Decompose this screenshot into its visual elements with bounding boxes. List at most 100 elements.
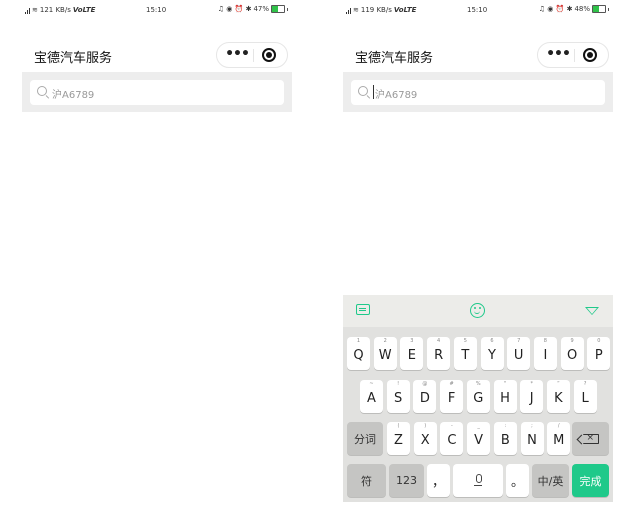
key-hint: 8 bbox=[543, 338, 547, 344]
key-z[interactable]: (Z bbox=[387, 422, 410, 455]
volte-label: VoLTE bbox=[72, 6, 96, 14]
key-hint: ? bbox=[583, 381, 587, 387]
key-g[interactable]: % G bbox=[466, 380, 490, 413]
key-y[interactable]: 6Y bbox=[480, 337, 504, 370]
key-label: G bbox=[473, 391, 484, 406]
key-hint: 9 bbox=[570, 338, 574, 344]
backspace-key[interactable]: × bbox=[572, 422, 609, 455]
done-key[interactable]: 完成 bbox=[572, 464, 609, 497]
key-label: O bbox=[566, 348, 578, 363]
key-hint: 1 bbox=[356, 338, 361, 344]
key-label: 123 bbox=[396, 474, 417, 487]
key-hint: “ bbox=[557, 381, 560, 387]
key-label: P bbox=[594, 348, 603, 363]
page-title: 宝德汽车服务 bbox=[34, 51, 113, 66]
status-bar: ≋ 119 KB/s VoLTE 15:10 ♫ ◉ ⏰ ✱ 48% bbox=[343, 0, 613, 20]
key-d[interactable]: @ D bbox=[413, 380, 437, 413]
soft-keyboard: 1 Q 2 W 3 E 4 R 5 T 6 Y 7 U 8 I 9 O 0 P ~ A! S @ D # F% G " H * J “K? L 分词… bbox=[343, 295, 613, 502]
key-x[interactable]: ) X bbox=[413, 422, 437, 455]
key-b[interactable]: :B bbox=[493, 422, 517, 455]
key-label: 分词 bbox=[354, 432, 376, 446]
search-placeholder: 沪A6789 bbox=[52, 90, 95, 101]
period-key[interactable]: 。 bbox=[506, 464, 529, 497]
key-f[interactable]: # F bbox=[440, 380, 464, 413]
search-icon bbox=[358, 86, 368, 96]
key-a[interactable]: ~ A bbox=[360, 380, 383, 413]
key-label: I bbox=[543, 348, 548, 363]
search-value: 沪A6789 bbox=[375, 90, 418, 101]
key-label: U bbox=[513, 348, 524, 363]
key-hint: # bbox=[449, 381, 454, 387]
more-icon[interactable]: ••• bbox=[546, 43, 571, 67]
keyboard-switch-icon[interactable] bbox=[356, 304, 370, 315]
status-icons: ♫ ◉ ⏰ ✱ bbox=[217, 5, 252, 13]
key-hint: ~ bbox=[369, 381, 374, 387]
key-t[interactable]: 5T bbox=[453, 337, 477, 370]
capsule-divider bbox=[574, 49, 575, 62]
more-icon[interactable]: ••• bbox=[225, 43, 250, 67]
key-label: ， bbox=[431, 475, 445, 490]
microphone-icon bbox=[473, 473, 483, 488]
key-label: F bbox=[447, 391, 456, 406]
key-q[interactable]: 1Q bbox=[347, 337, 370, 370]
key-e[interactable]: 3E bbox=[400, 337, 424, 370]
key-hint: % bbox=[475, 381, 481, 387]
close-target-icon[interactable] bbox=[583, 48, 597, 62]
status-time: 15:10 bbox=[467, 6, 488, 14]
key-c[interactable]: -C bbox=[440, 422, 464, 455]
key-j[interactable]: * J bbox=[520, 380, 544, 413]
title-bar: 宝德汽车服务 ••• bbox=[22, 38, 292, 70]
key-label: S bbox=[394, 391, 403, 406]
key-r[interactable]: 4R bbox=[427, 337, 451, 370]
status-bar: ≋ 121 KB/s VoLTE 15:10 ♫ ◉ ⏰ ✱ 47% bbox=[22, 0, 292, 20]
close-target-icon[interactable] bbox=[262, 48, 276, 62]
emoji-icon[interactable] bbox=[470, 303, 485, 318]
space-voice-key[interactable] bbox=[453, 464, 503, 497]
search-input[interactable]: 沪A6789 bbox=[30, 80, 284, 105]
key-label: N bbox=[527, 433, 537, 448]
key-hint: 2 bbox=[383, 338, 387, 344]
status-time: 15:10 bbox=[146, 6, 167, 14]
key-label: 符 bbox=[361, 474, 372, 488]
key-p[interactable]: 0P bbox=[587, 337, 611, 370]
key-k[interactable]: “K bbox=[546, 380, 570, 413]
battery-icon bbox=[592, 5, 606, 13]
battery-percent: 47% bbox=[253, 5, 269, 13]
hide-keyboard-icon[interactable] bbox=[585, 307, 599, 315]
volte-label: VoLTE bbox=[393, 6, 417, 14]
key-hint: _ bbox=[477, 423, 480, 429]
backspace-icon: × bbox=[582, 433, 599, 444]
numbers-key[interactable]: 123 bbox=[389, 464, 424, 497]
key-hint: - bbox=[450, 423, 453, 429]
key-hint: 6 bbox=[490, 338, 494, 344]
status-icons: ♫ ◉ ⏰ ✱ bbox=[538, 5, 573, 13]
key-label: W bbox=[378, 348, 392, 363]
battery-icon bbox=[271, 5, 285, 13]
key-label: Q bbox=[353, 348, 364, 363]
key-hint: / bbox=[557, 423, 560, 429]
key-hint: : bbox=[504, 423, 507, 429]
phone-screen-left: ≋ 121 KB/s VoLTE 15:10 ♫ ◉ ⏰ ✱ 47% 宝德汽车服… bbox=[22, 0, 292, 517]
miniprogram-capsule: ••• bbox=[216, 42, 288, 68]
key-n[interactable]: ; N bbox=[520, 422, 544, 455]
key-hint: 3 bbox=[410, 338, 414, 344]
key-s[interactable]: ! S bbox=[386, 380, 410, 413]
key-l[interactable]: ? L bbox=[573, 380, 597, 413]
key-m[interactable]: / M bbox=[547, 422, 571, 455]
key-label: T bbox=[461, 348, 470, 363]
key-o[interactable]: 9O bbox=[560, 337, 584, 370]
key-i[interactable]: 8I bbox=[533, 337, 557, 370]
comma-key[interactable]: ， bbox=[427, 464, 450, 497]
keyboard-toolbar bbox=[343, 295, 613, 327]
key-w[interactable]: 2W bbox=[373, 337, 397, 370]
key-v[interactable]: _ V bbox=[467, 422, 491, 455]
key-h[interactable]: " H bbox=[493, 380, 517, 413]
key-u[interactable]: 7U bbox=[507, 337, 531, 370]
language-switch-key[interactable]: 中/英 bbox=[532, 464, 569, 497]
word-segment-key[interactable]: 分词 bbox=[347, 422, 383, 455]
key-hint: 4 bbox=[437, 338, 441, 344]
symbol-key[interactable]: 符 bbox=[347, 464, 386, 497]
search-input[interactable]: 沪A6789 bbox=[351, 80, 605, 105]
key-label: H bbox=[500, 391, 510, 406]
key-label: R bbox=[434, 348, 444, 363]
